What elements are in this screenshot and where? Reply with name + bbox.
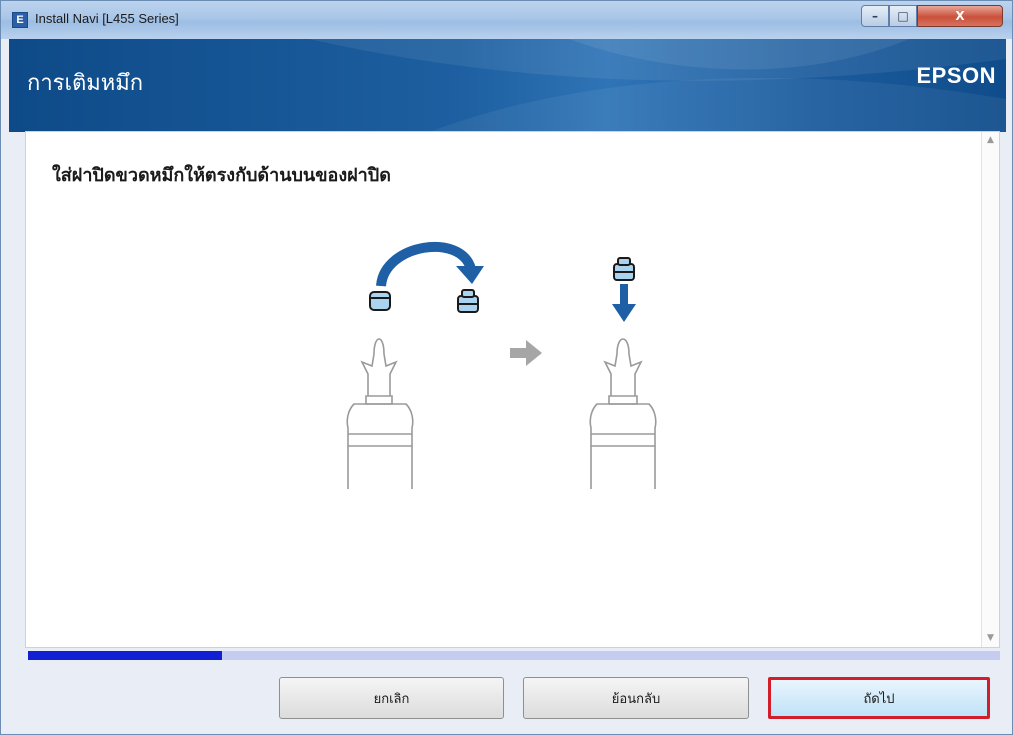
header-band: การเติมหมึก EPSON: [9, 39, 1006, 132]
window-title: Install Navi [L455 Series]: [35, 11, 179, 26]
curved-arrow-icon: [376, 241, 484, 287]
cancel-button-label: ยกเลิก: [373, 691, 410, 707]
maximize-button[interactable]: □: [889, 5, 917, 27]
close-button[interactable]: X: [917, 5, 1003, 27]
close-icon: X: [955, 9, 965, 23]
title-bar[interactable]: E Install Navi [L455 Series] – □ X: [1, 1, 1012, 39]
content-panel: ใส่ฝาปิดขวดหมึกให้ตรงกับด้านบนของฝาปิด ▲…: [25, 131, 1000, 648]
bottle-cap-icon: [613, 257, 635, 281]
header-swoosh-decoration: [309, 39, 1006, 132]
instruction-text: ใส่ฝาปิดขวดหมึกให้ตรงกับด้านบนของฝาปิด: [52, 165, 391, 186]
back-button[interactable]: ย้อนกลับ: [523, 677, 749, 719]
cap-placement-illustration: [346, 241, 657, 489]
minimize-icon: –: [872, 9, 878, 23]
back-button-label: ย้อนกลับ: [611, 691, 661, 707]
bottle-cap-icon: [369, 291, 391, 311]
maximize-icon: □: [897, 9, 909, 23]
vertical-scrollbar[interactable]: ▲ ▼: [981, 132, 999, 647]
down-arrow-icon: [612, 284, 636, 322]
page-title: การเติมหมึก: [27, 71, 144, 96]
minimize-button[interactable]: –: [861, 5, 889, 27]
bottle-cap-icon: [457, 289, 479, 313]
progress-fill: [28, 651, 223, 660]
right-arrow-icon: [510, 340, 542, 366]
next-button-label: ถัดไป: [863, 691, 895, 707]
app-icon: E: [12, 12, 28, 28]
scroll-up-arrow-icon[interactable]: ▲: [982, 132, 999, 149]
next-button[interactable]: ถัดไป: [768, 677, 990, 719]
progress-bar: [28, 651, 1000, 660]
ink-bottle-icon: [589, 338, 657, 489]
cancel-button[interactable]: ยกเลิก: [279, 677, 504, 719]
installer-window: E Install Navi [L455 Series] – □ X การเต…: [0, 0, 1013, 735]
ink-bottle-icon: [346, 338, 414, 489]
epson-logo: EPSON: [916, 63, 996, 88]
scroll-down-arrow-icon[interactable]: ▼: [982, 630, 999, 647]
